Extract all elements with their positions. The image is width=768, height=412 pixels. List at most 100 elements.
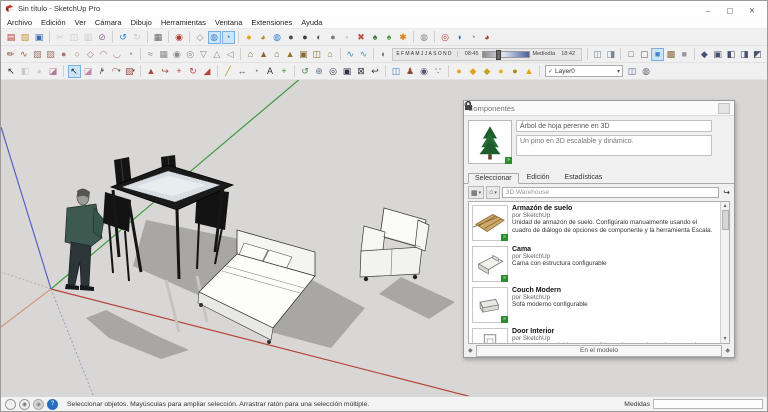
line-tool-icon[interactable]: /▾ [96,65,109,78]
house-wizard-icon[interactable]: ⌂ [271,48,283,61]
arc-tool-icon[interactable]: ◠ [97,48,109,61]
section-plane-icon[interactable]: ◫ [390,65,403,78]
component-preview-thumbnail[interactable]: » [468,120,512,164]
ellipse-tool-icon[interactable]: ○ [71,48,83,61]
follow-me-tool-icon[interactable]: ↪ [159,65,172,78]
save-document-icon[interactable]: ▣ [33,31,46,44]
view-right-icon[interactable]: ◨ [738,48,750,61]
minimize-button[interactable]: – [697,4,719,17]
georeference-icon[interactable]: ◍ [418,31,431,44]
component-thumbnail[interactable]: » [472,246,508,282]
look-extension-icon[interactable]: ◔ [222,31,235,44]
sign-in-icon[interactable]: ◉ [33,399,44,410]
plugin-globe-icon[interactable]: ◍ [271,31,284,44]
door-tool-icon[interactable]: ◫ [311,48,323,61]
add-location-icon[interactable]: ◎ [439,31,452,44]
model-info-icon[interactable]: ◉ [173,31,186,44]
select-active-icon[interactable]: ↖ [68,65,81,78]
rotated-rectangle-tool-icon[interactable]: ▨ [44,48,56,61]
component-thumbnail[interactable]: » [472,287,508,323]
open-document-icon[interactable]: ▨ [19,31,32,44]
roof-hip-icon[interactable]: ▲ [284,48,296,61]
footer-nav-left-icon[interactable]: ◆ [468,347,473,354]
clock-icon[interactable]: ◕ [481,31,494,44]
component-list-item[interactable]: »Armazón de suelopor SketchUpUnidad de a… [469,202,720,243]
rotate-tool-icon[interactable]: ↻ [187,65,200,78]
zoom-tool-icon[interactable]: ◎ [327,65,340,78]
menu-extensiones[interactable]: Extensiones [251,18,292,27]
components-search-input[interactable] [502,187,719,198]
smoove-tool-icon[interactable]: ◉ [171,48,183,61]
roof-gable-icon[interactable]: ▲ [257,48,269,61]
plugin-delete-icon[interactable]: ✖ [355,31,368,44]
redo-icon[interactable]: ↻ [131,31,144,44]
modeling-viewport[interactable]: Componentes » Árbol de hoja perenne en 3… [1,80,767,396]
view-options-button[interactable]: ▦ ▾ [468,186,484,199]
scroll-up-icon[interactable]: ▴ [723,202,726,210]
tape-measure-icon[interactable]: ╱ [222,65,235,78]
rectangle-tool-icon[interactable]: ▧ [31,48,43,61]
orbit-tool-icon[interactable]: ↺ [299,65,312,78]
component-list-item[interactable]: »Door Interiorpor SketchUpUna puerta esc… [469,325,720,343]
arc-tool-2-icon[interactable]: ◠▾ [110,65,123,78]
tab-estadisticas[interactable]: Estadísticas [558,172,610,183]
text-tool-icon[interactable]: A [264,65,277,78]
panel-detach-button[interactable] [718,103,730,114]
circle-tool-icon[interactable]: ● [58,48,70,61]
footer-nav-right-icon[interactable]: ◆ [725,347,730,354]
chevron-down-icon[interactable]: ▾ [617,68,620,75]
hidden-line-style-icon[interactable]: ▢ [638,48,650,61]
shadows-toggle-icon[interactable]: ◐ [378,48,390,61]
plugin-gear-icon[interactable]: ✱ [397,31,410,44]
components-panel-header[interactable]: Componentes [464,101,734,116]
menu-herramientas[interactable]: Herramientas [161,18,206,27]
shaded-style-icon[interactable]: ■ [651,48,663,61]
paint-bucket-icon[interactable]: ◕ [33,65,46,78]
wall-tool-icon[interactable]: ▣ [297,48,309,61]
sandbox-from-contours-icon[interactable]: ≈ [144,48,156,61]
geolocation-icon[interactable]: ◌ [5,399,16,410]
menu-ver[interactable]: Ver [75,18,86,27]
component-thumbnail[interactable]: » [472,205,508,241]
move-tool-icon[interactable]: + [173,65,186,78]
menu-ventana[interactable]: Ventana [215,18,243,27]
component-list-item[interactable]: »Couch Modernpor SketchUpSofá moderno co… [469,284,720,325]
menu-archivo[interactable]: Archivo [7,18,32,27]
previous-view-icon[interactable]: ↩ [369,65,382,78]
layer-manager-icon[interactable]: ◫ [626,65,639,78]
pie-tool-icon[interactable]: ◔ [124,48,136,61]
component-list-item[interactable]: »Camapor SketchUpCama con estructura con… [469,243,720,284]
bezier-curve-icon[interactable]: ∿ [344,48,356,61]
zoom-window-icon[interactable]: ▣ [341,65,354,78]
view-front-icon[interactable]: ◧ [725,48,737,61]
share-model-icon[interactable]: ◆ [467,65,480,78]
house-builder-icon[interactable]: ⌂ [244,48,256,61]
shadows-toolbar[interactable]: EFMAMJJASOND08:45Mediodía18:42 [392,48,582,61]
axes-tool-icon[interactable]: + [278,65,291,78]
two-point-arc-tool-icon[interactable]: ◡ [111,48,123,61]
paste-icon[interactable]: ▥ [82,31,95,44]
zoom-extents-icon[interactable]: ⊠ [355,65,368,78]
get-models-icon[interactable]: ● [453,65,466,78]
share-component-icon[interactable]: ◆ [481,65,494,78]
close-button[interactable]: ✕ [741,4,763,17]
scroll-down-icon[interactable]: ▾ [723,335,726,343]
pan-tool-icon[interactable]: ⊕ [313,65,326,78]
plugin-forest-icon[interactable]: ♠ [383,31,396,44]
components-scrollbar[interactable]: ▴ ▾ [720,202,729,343]
sandbox-from-scratch-icon[interactable]: ▦ [158,48,170,61]
solar-protractor-icon[interactable]: ◔ [467,31,480,44]
shadow-time-slider[interactable] [482,51,530,58]
model-sofa[interactable] [360,208,429,281]
plugin-sphere-icon[interactable]: ● [327,31,340,44]
view-iso-icon[interactable]: ◆ [698,48,710,61]
view-back-icon[interactable]: ◩ [751,48,763,61]
maximize-button[interactable]: ▢ [719,4,741,17]
print-icon[interactable]: ▦ [152,31,165,44]
plugin-world-icon[interactable]: ● [299,31,312,44]
plugin-earth-icon[interactable]: ● [285,31,298,44]
walk-tool-icon[interactable]: ∵ [432,65,445,78]
curve-edit-icon[interactable]: ∿ [357,48,369,61]
eraser-alt-icon[interactable]: ◪ [47,65,60,78]
purge-unused-icon[interactable]: ◍ [640,65,653,78]
